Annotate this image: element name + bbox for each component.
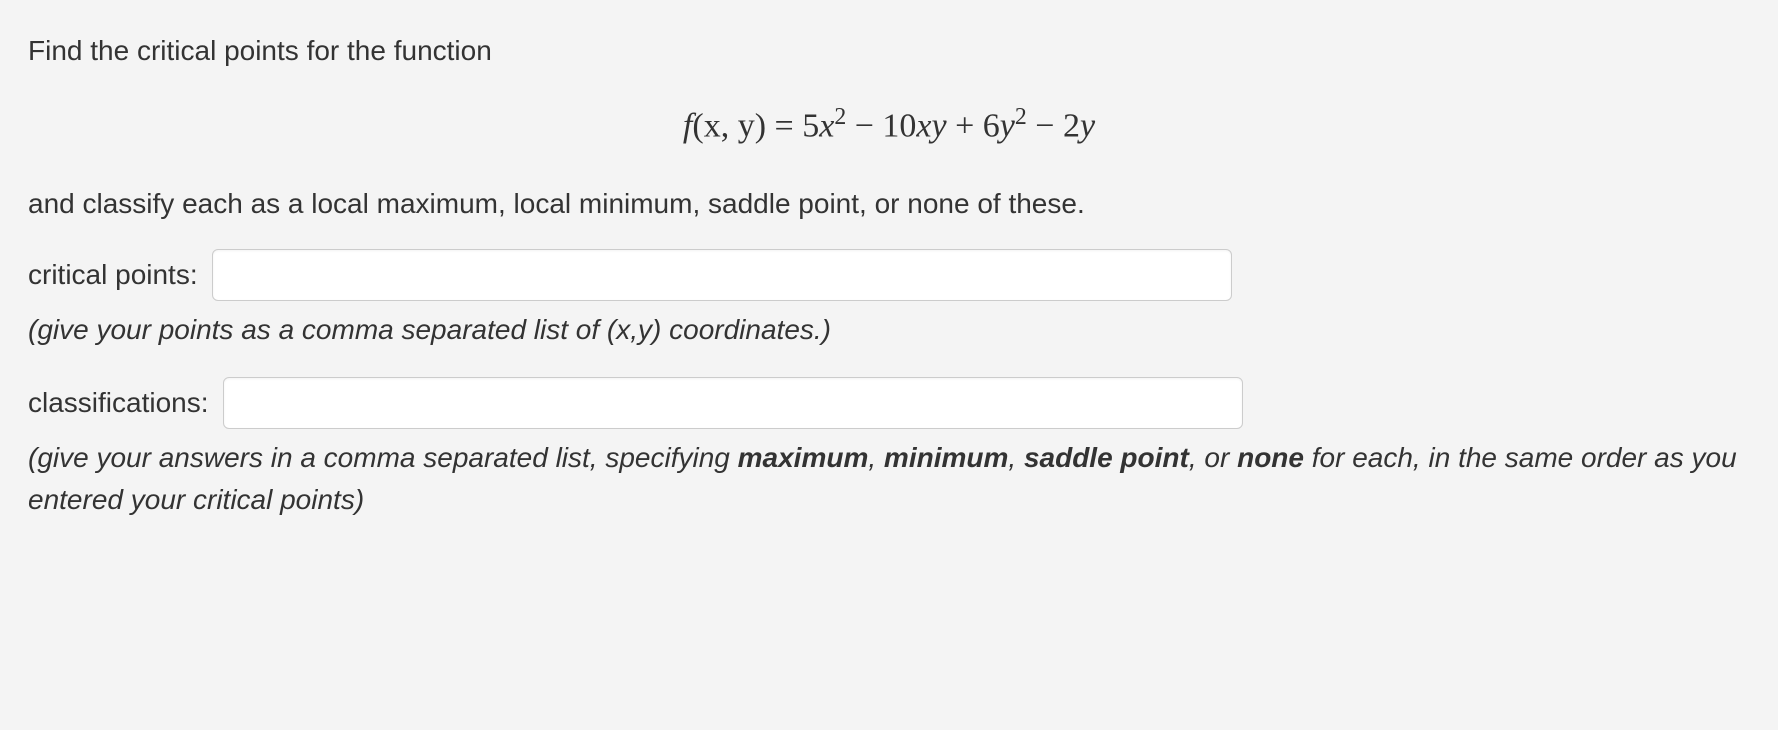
eq-op1: − bbox=[846, 107, 882, 144]
class-hint-sep3: , or bbox=[1189, 442, 1237, 473]
function-equation: f(x, y) = 5x2 − 10xy + 6y2 − 2y bbox=[28, 100, 1750, 151]
intro-text: Find the critical points for the functio… bbox=[28, 30, 1750, 72]
critical-points-input[interactable] bbox=[212, 249, 1232, 301]
eq-lhs-args: (x, y) bbox=[692, 107, 766, 144]
critical-points-label: critical points: bbox=[28, 254, 198, 296]
classify-text: and classify each as a local maximum, lo… bbox=[28, 183, 1750, 225]
eq-t3-var: y bbox=[1000, 107, 1015, 144]
eq-t1-exp: 2 bbox=[834, 104, 846, 130]
eq-t4-coef: 2 bbox=[1063, 107, 1080, 144]
class-hint-sep1: , bbox=[868, 442, 884, 473]
eq-t1-coef: 5 bbox=[802, 107, 819, 144]
classifications-row: classifications: bbox=[28, 377, 1750, 429]
eq-t3-coef: 6 bbox=[983, 107, 1000, 144]
class-hint-kw-saddle: saddle point bbox=[1024, 442, 1189, 473]
classifications-label: classifications: bbox=[28, 382, 209, 424]
eq-t3-exp: 2 bbox=[1015, 104, 1027, 130]
eq-op3: − bbox=[1027, 107, 1063, 144]
classifications-hint: (give your answers in a comma separated … bbox=[28, 437, 1750, 521]
eq-sign: = bbox=[766, 107, 802, 144]
eq-lhs-fn: f bbox=[683, 107, 692, 144]
class-hint-prefix: (give your answers in a comma separated … bbox=[28, 442, 738, 473]
class-hint-kw-maximum: maximum bbox=[738, 442, 869, 473]
eq-t1-var: x bbox=[819, 107, 834, 144]
eq-t4-var: y bbox=[1080, 107, 1095, 144]
critical-points-hint: (give your points as a comma separated l… bbox=[28, 309, 1750, 351]
eq-op2: + bbox=[947, 107, 983, 144]
classifications-input[interactable] bbox=[223, 377, 1243, 429]
class-hint-kw-minimum: minimum bbox=[884, 442, 1008, 473]
class-hint-kw-none: none bbox=[1237, 442, 1304, 473]
class-hint-sep2: , bbox=[1008, 442, 1024, 473]
eq-t2-var: xy bbox=[916, 107, 946, 144]
eq-t2-coef: 10 bbox=[882, 107, 916, 144]
critical-points-row: critical points: bbox=[28, 249, 1750, 301]
